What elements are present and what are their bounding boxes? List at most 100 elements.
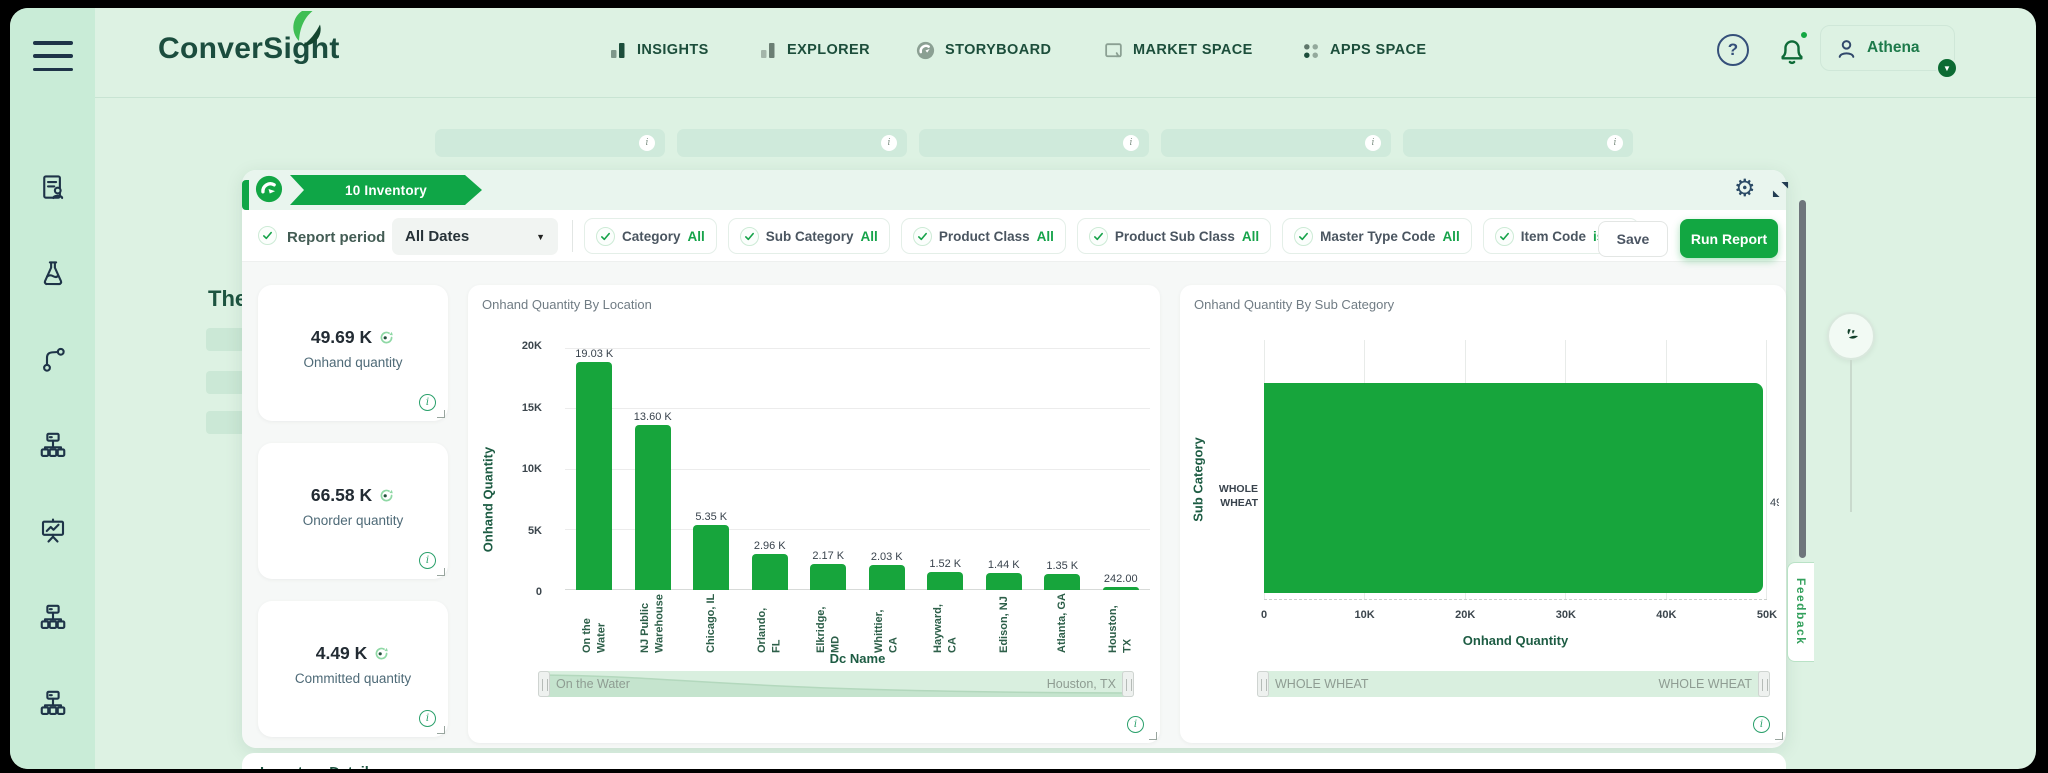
x-label-slot: Houston, TX xyxy=(1092,593,1151,653)
info-icon[interactable]: i xyxy=(419,552,436,569)
location-bar[interactable] xyxy=(1044,574,1081,590)
nav-explorer[interactable]: EXPLORER xyxy=(758,28,870,72)
nav-label: STORYBOARD xyxy=(945,42,1052,58)
save-button[interactable]: Save xyxy=(1598,221,1668,257)
inventory-details-title: Inventory Details xyxy=(260,765,377,769)
location-bar[interactable] xyxy=(634,425,671,590)
resize-corner[interactable] xyxy=(1775,732,1783,740)
check-icon xyxy=(739,226,759,246)
bar-value-label-clipped: 49.69 K xyxy=(1770,497,1779,509)
user-name: Athena xyxy=(1867,39,1920,56)
slider-end-label: WHOLE WHEAT xyxy=(1658,677,1752,691)
resize-corner[interactable] xyxy=(437,410,445,418)
flask-icon xyxy=(43,261,62,286)
report-tab[interactable]: 10 Inventory xyxy=(290,175,482,205)
filter-chip-label: Item Code xyxy=(1520,228,1586,244)
bar-series: 19.03 K 13.60 K 5.35 K 2.96 K 2.17 K 2.0… xyxy=(565,348,1150,590)
slider-handle-right[interactable] xyxy=(1758,671,1770,697)
ribbon-accent xyxy=(242,180,249,210)
background-pill: i xyxy=(1161,129,1391,157)
sidebar-item-sitemap[interactable] xyxy=(36,428,70,462)
expand-icon[interactable] xyxy=(1772,181,1789,198)
slider-handle-left[interactable] xyxy=(1257,671,1269,697)
location-bar[interactable] xyxy=(868,565,905,590)
nav-market-space[interactable]: MARKET SPACE xyxy=(1103,28,1253,72)
location-bar[interactable] xyxy=(693,525,730,590)
sidebar-item-report-person[interactable] xyxy=(36,170,70,204)
user-menu[interactable]: Athena ▼ xyxy=(1820,25,1958,79)
location-bar[interactable] xyxy=(576,362,613,590)
info-icon[interactable]: i xyxy=(1607,135,1623,151)
y-tick: 0 xyxy=(535,586,542,598)
sidebar-item-presentation[interactable] xyxy=(36,514,70,548)
feedback-tab[interactable]: Feedback xyxy=(1787,562,1814,662)
chevron-down-icon[interactable]: ▼ xyxy=(1936,57,1958,79)
filter-chip[interactable]: Sub Category All xyxy=(727,218,890,254)
category-range-slider[interactable]: On the Water Houston, TX xyxy=(538,671,1134,697)
report-period-select[interactable]: All Dates ▼ xyxy=(392,218,558,255)
run-report-button[interactable]: Run Report xyxy=(1680,219,1778,258)
vertical-scrollbar[interactable] xyxy=(1799,200,1806,558)
info-icon[interactable]: i xyxy=(1127,716,1144,733)
assistant-pull-line[interactable] xyxy=(1850,360,1852,512)
filter-chip-label: Master Type Code xyxy=(1320,228,1436,244)
location-bar[interactable] xyxy=(927,572,964,590)
nav-insights[interactable]: INSIGHTS xyxy=(608,28,709,72)
check-icon xyxy=(596,226,615,246)
x-axis-title: Onhand Quantity xyxy=(1462,633,1569,648)
filter-bar: Report period All Dates ▼ Category All S… xyxy=(242,210,1786,262)
info-icon[interactable]: i xyxy=(1123,135,1139,151)
filter-chip-label: Category xyxy=(622,228,681,244)
location-bar[interactable] xyxy=(985,573,1022,590)
sidebar-item-sitemap-2[interactable] xyxy=(36,600,70,634)
slider-handle-right[interactable] xyxy=(1122,671,1134,697)
gear-icon[interactable]: ⚙ xyxy=(1734,174,1756,204)
filter-chip[interactable]: Category All xyxy=(584,218,717,254)
check-icon[interactable] xyxy=(258,226,277,245)
refresh-icon[interactable] xyxy=(378,329,395,346)
report-card-header: 10 Inventory ⚙ xyxy=(242,170,1789,210)
kpi-label: Committed quantity xyxy=(294,671,412,686)
subcategory-bar[interactable] xyxy=(1264,383,1763,593)
slider-handle-left[interactable] xyxy=(538,671,550,697)
chart-onhand-by-location: Onhand Quantity By Location Onhand Quant… xyxy=(468,285,1160,743)
refresh-icon[interactable] xyxy=(378,487,395,504)
info-icon[interactable]: i xyxy=(881,135,897,151)
filter-chip[interactable]: Master Type Code All xyxy=(1282,218,1472,254)
nav-apps-space[interactable]: APPS SPACE xyxy=(1300,28,1426,72)
nav-storyboard[interactable]: STORYBOARD xyxy=(915,28,1051,72)
info-icon[interactable]: i xyxy=(639,135,655,151)
x-tick-label: Whittier, CA xyxy=(873,609,900,653)
filter-chip-label: Product Class xyxy=(938,228,1030,244)
resize-corner[interactable] xyxy=(437,726,445,734)
filter-chip-value: All xyxy=(860,228,878,244)
location-bar[interactable] xyxy=(1102,587,1139,590)
nav-label: MARKET SPACE xyxy=(1133,42,1253,58)
filter-chip[interactable]: Product Sub Class All xyxy=(1076,218,1272,254)
location-bar[interactable] xyxy=(751,554,788,590)
filter-divider xyxy=(572,220,573,252)
info-icon[interactable]: i xyxy=(1753,716,1770,733)
bar-slot: 13.60 K xyxy=(624,348,683,590)
resize-corner[interactable] xyxy=(437,568,445,576)
check-icon xyxy=(912,226,932,246)
bar-slot: 2.17 K xyxy=(799,348,858,590)
sidebar-item-git-branch[interactable] xyxy=(36,342,70,376)
info-icon[interactable]: i xyxy=(1365,135,1381,151)
filter-chip-value: All xyxy=(1036,228,1054,244)
refresh-icon[interactable] xyxy=(373,645,390,662)
info-icon[interactable]: i xyxy=(419,394,436,411)
kpi-column: 49.69 K Onhand quantity i 66.58 K Onorde… xyxy=(258,285,448,737)
category-range-slider[interactable]: WHOLE WHEAT WHOLE WHEAT xyxy=(1257,671,1770,697)
info-icon[interactable]: i xyxy=(419,710,436,727)
bar-value-label: 2.17 K xyxy=(812,550,845,562)
resize-corner[interactable] xyxy=(1149,732,1157,740)
filter-chip[interactable]: Product Class All xyxy=(900,218,1066,254)
location-bar[interactable] xyxy=(810,564,847,590)
help-icon[interactable]: ? xyxy=(1717,34,1749,66)
assistant-bubble[interactable] xyxy=(1827,312,1875,360)
presentation-chart-icon xyxy=(41,518,64,543)
sidebar-item-sitemap-3[interactable] xyxy=(36,686,70,720)
sidebar-item-flask[interactable] xyxy=(36,256,70,290)
menu-icon[interactable] xyxy=(33,41,73,71)
